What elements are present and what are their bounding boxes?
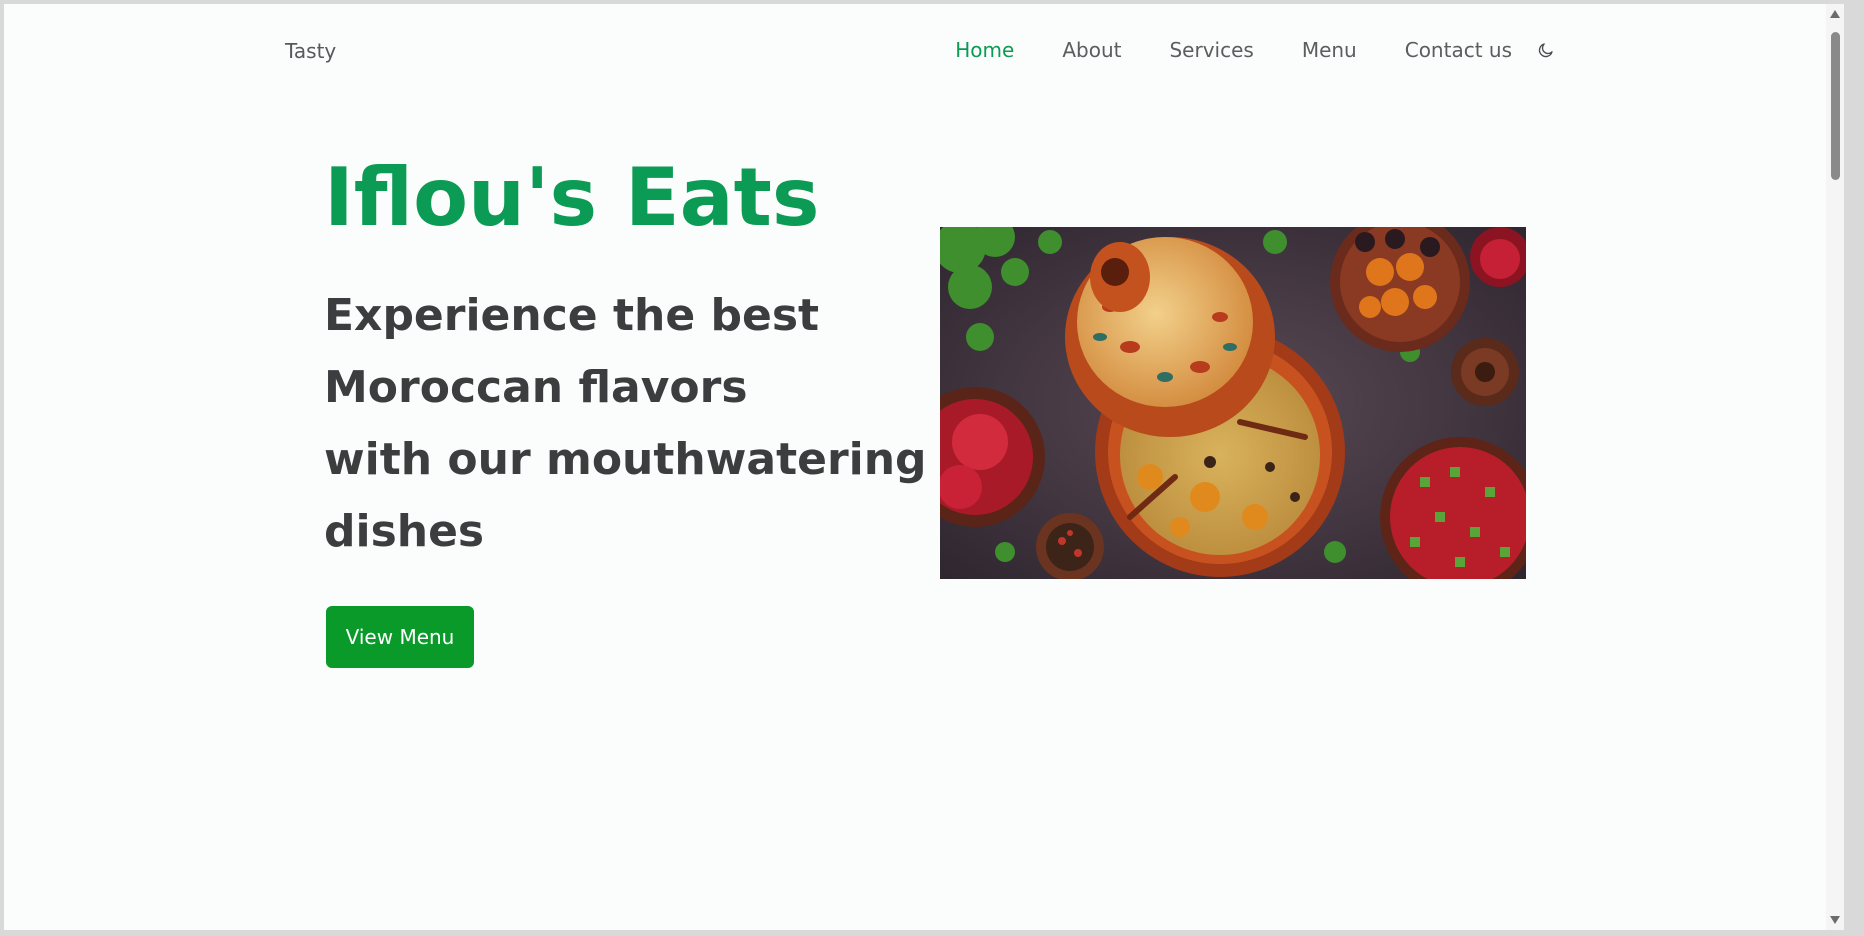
scroll-up-arrow-icon[interactable] [1830, 10, 1840, 18]
moon-icon[interactable] [1534, 38, 1558, 62]
page-viewport: Tasty Home About Services Menu Contact u… [4, 4, 1844, 930]
vertical-scrollbar[interactable] [1826, 4, 1844, 930]
hero-subtitle-line: Experience the best [324, 290, 820, 341]
scroll-down-arrow-icon[interactable] [1830, 916, 1840, 924]
nav-home[interactable]: Home [955, 38, 1014, 62]
main-nav: Home About Services Menu Contact us [955, 38, 1558, 62]
nav-menu[interactable]: Menu [1302, 38, 1357, 62]
hero-title: Iflou's Eats [324, 151, 820, 244]
hero-subtitle-line: Moroccan flavors [324, 362, 748, 413]
brand-logo[interactable]: Tasty [285, 39, 336, 63]
hero-food-image [940, 227, 1526, 579]
hero-subtitle-line: dishes [324, 506, 485, 557]
view-menu-button[interactable]: View Menu [326, 606, 474, 668]
nav-about[interactable]: About [1062, 38, 1121, 62]
nav-services[interactable]: Services [1169, 38, 1253, 62]
hero-subtitle: Experience the best Moroccan flavors wit… [324, 280, 927, 568]
hero-subtitle-line: with our mouthwatering [324, 434, 927, 485]
nav-contact-us[interactable]: Contact us [1405, 38, 1512, 62]
scrollbar-thumb[interactable] [1831, 32, 1840, 180]
